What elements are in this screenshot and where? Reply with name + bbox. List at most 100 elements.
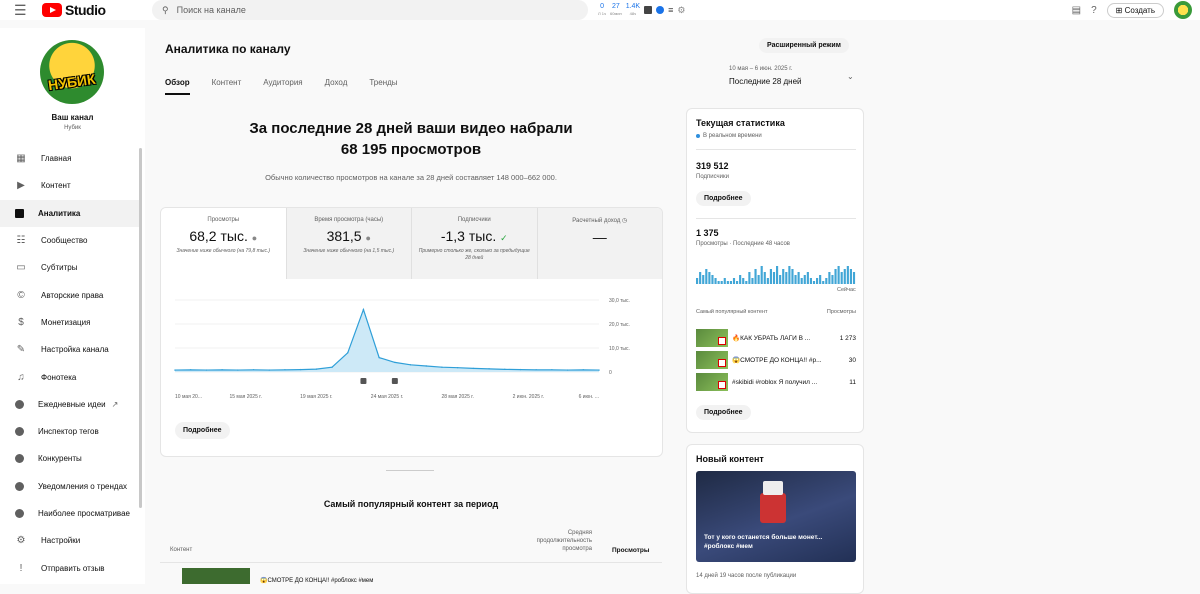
realtime-bar[interactable] [822,281,825,284]
realtime-bar[interactable] [812,281,816,284]
subscribers-more-button[interactable]: Подробнее [696,191,751,206]
data-point[interactable] [221,369,223,371]
sidebar-item-analytics[interactable]: Аналитика [0,199,140,227]
captions-icon[interactable]: ▤ [1072,5,1081,16]
realtime-bar[interactable] [745,281,748,284]
data-point[interactable] [268,369,270,371]
tab-overview[interactable]: Обзор [165,78,190,95]
realtime-bar[interactable] [809,278,812,284]
data-point[interactable] [394,361,396,364]
data-point[interactable] [347,352,349,354]
realtime-bar[interactable] [803,275,806,284]
tab-audience[interactable]: Аудитория [263,78,302,95]
realtime-bar[interactable] [723,278,726,284]
sidebar-scrollbar[interactable] [139,148,142,508]
realtime-bar[interactable] [834,269,837,284]
video-title[interactable]: 😱СМОТРЕ ДО КОНЦА!! #роблокс #мем [260,577,373,584]
realtime-bar[interactable] [837,266,840,284]
tab-revenue[interactable]: Доход [325,78,348,95]
new-content-thumbnail[interactable]: Тот у кого останется больше монет... #роб… [696,471,856,562]
help-icon[interactable]: ? [1091,5,1097,16]
realtime-bar[interactable] [711,275,714,284]
realtime-bar[interactable] [769,269,772,284]
data-point[interactable] [535,369,537,371]
realtime-bar[interactable] [794,275,797,284]
realtime-bar[interactable] [782,269,785,284]
realtime-bar[interactable] [816,278,819,284]
sidebar-item-subtitles[interactable]: ▭ Субтитры [0,254,140,281]
realtime-more-button[interactable]: Подробнее [696,405,751,420]
data-point[interactable] [252,369,255,371]
data-point[interactable] [519,368,522,371]
data-point[interactable] [190,369,192,371]
realtime-bar[interactable] [742,278,745,284]
metric-subscribers[interactable]: Подписчики -1,3 тыс. ✓ Примерно столько … [412,208,538,279]
data-point[interactable] [551,369,553,371]
data-point[interactable] [409,364,412,366]
realtime-bar[interactable] [819,275,822,284]
advanced-mode-button[interactable]: Расширенный режим [759,38,849,53]
data-point[interactable] [174,369,176,371]
sidebar-item-settings[interactable]: ⚙ Настройки [0,527,140,554]
sidebar-item-most-viewed[interactable]: Наиболее просматривае [0,500,140,527]
realtime-bar[interactable] [751,278,754,284]
sidebar-item-community[interactable]: ☷ Сообщество [0,227,140,254]
data-point[interactable] [315,368,318,370]
realtime-bar[interactable] [806,272,809,284]
data-point[interactable] [378,356,380,359]
popular-item[interactable]: 😱СМОТРЕ ДО КОНЦА!! #р... 30 [696,351,856,369]
sidebar-item-competitors[interactable]: Конкуренты [0,445,140,472]
date-range-label[interactable]: Последние 28 дней [729,77,802,86]
realtime-bar[interactable] [849,269,852,284]
realtime-bar[interactable] [776,266,779,284]
data-point[interactable] [237,369,239,371]
ext-circle-icon[interactable] [656,6,665,14]
data-point[interactable] [488,368,490,370]
data-point[interactable] [472,367,475,370]
data-point[interactable] [205,369,208,371]
realtime-bar[interactable] [726,281,729,284]
realtime-bar[interactable] [779,275,782,284]
data-point[interactable] [362,308,365,311]
channel-avatar[interactable]: НУБИК [40,40,104,104]
realtime-bar[interactable] [720,281,723,284]
realtime-bar[interactable] [754,269,757,284]
metric-watch-time[interactable]: Время просмотра (часы) 381,5 ● Значение … [286,208,412,279]
data-point[interactable] [456,366,459,369]
search-input[interactable]: ⚲ Поиск на канале [152,0,588,20]
realtime-bar[interactable] [763,272,766,284]
data-point[interactable] [582,369,584,371]
column-content[interactable]: Контент [170,547,192,553]
sidebar-item-content[interactable]: ▶ Контент [0,172,140,199]
realtime-bar[interactable] [732,278,736,284]
data-point[interactable] [566,369,569,371]
data-point[interactable] [504,368,506,371]
realtime-bar[interactable] [800,278,803,284]
sidebar-item-ideas[interactable]: Ежедневные идеи ↗ [0,391,140,418]
sidebar-item-feedback[interactable]: ! Отправить отзыв [0,554,140,581]
data-point[interactable] [441,366,443,368]
date-range[interactable]: 10 мая – 6 июн. 2025 г. [729,66,792,72]
tab-trends[interactable]: Тренды [369,78,397,95]
realtime-bar[interactable] [739,275,742,284]
realtime-bar[interactable] [729,281,732,284]
realtime-bar[interactable] [785,272,788,284]
data-point[interactable] [598,369,600,371]
chevron-down-icon[interactable]: ⌄ [847,72,854,81]
sidebar-item-customization[interactable]: ✎ Настройка канала [0,336,140,363]
account-avatar[interactable] [1174,1,1192,19]
realtime-bar[interactable] [696,278,699,284]
video-marker-icon[interactable] [391,378,398,384]
realtime-bar[interactable] [772,272,776,284]
realtime-bars[interactable] [696,264,856,284]
data-point[interactable] [284,369,286,371]
column-avg-duration[interactable]: Средняя продолжительность просмотра [512,529,592,553]
metric-views[interactable]: Просмотры 68,2 тыс. ● Значение ниже обыч… [161,208,287,279]
popular-item[interactable]: #skibidi #roblox Я получил ... 11 [696,373,856,391]
tab-content[interactable]: Контент [212,78,242,95]
extension-bar[interactable]: 0Л 1ч 27 60мин 1.4K 48ч ≡ ⚙ [598,0,685,20]
realtime-bar[interactable] [843,269,846,284]
realtime-bar[interactable] [791,269,794,284]
realtime-bar[interactable] [699,272,702,284]
studio-logo[interactable]: Studio [42,2,106,18]
